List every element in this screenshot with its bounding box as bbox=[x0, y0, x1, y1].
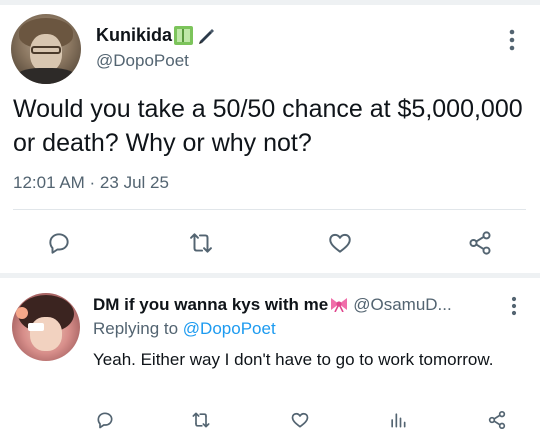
ribbon-icon bbox=[331, 298, 348, 312]
tweet-timestamp[interactable]: 12:01 AM · 23 Jul 25 bbox=[13, 173, 169, 193]
reply-tweet[interactable]: DM if you wanna kys with me @OsamuD... R… bbox=[0, 278, 540, 447]
retweet-button[interactable] bbox=[186, 405, 216, 435]
reply-icon bbox=[49, 233, 69, 254]
more-options-icon[interactable] bbox=[504, 27, 520, 53]
avatar[interactable] bbox=[11, 14, 81, 84]
like-button[interactable] bbox=[285, 405, 315, 435]
reply-icon bbox=[97, 412, 113, 429]
author-name-row[interactable]: Kunikida bbox=[96, 23, 216, 47]
reply-action-bar bbox=[0, 405, 540, 435]
replying-to-label: Replying to bbox=[93, 319, 179, 338]
tweet-action-bar bbox=[0, 225, 540, 261]
author-display-name[interactable]: Kunikida bbox=[96, 25, 172, 46]
reply-button[interactable] bbox=[41, 225, 77, 261]
tweet-thread-view: Kunikida @DopoPoet Would you take a 50/5… bbox=[0, 0, 540, 447]
tweet-text: Would you take a 50/50 chance at $5,000,… bbox=[13, 95, 523, 157]
analytics-button[interactable] bbox=[383, 405, 413, 435]
retweet-button[interactable] bbox=[183, 225, 219, 261]
pen-icon bbox=[199, 29, 215, 44]
reply-text: Yeah. Either way I don't have to go to w… bbox=[93, 350, 494, 369]
share-button[interactable] bbox=[462, 225, 498, 261]
retweet-icon bbox=[192, 412, 210, 428]
share-button[interactable] bbox=[482, 405, 512, 435]
reply-button[interactable] bbox=[90, 405, 120, 435]
reply-author-row[interactable]: DM if you wanna kys with me @OsamuD... bbox=[93, 295, 513, 319]
more-options-icon[interactable] bbox=[506, 295, 522, 317]
replying-to-line: Replying to @DopoPoet bbox=[93, 319, 276, 339]
avatar[interactable] bbox=[12, 293, 80, 361]
reply-author-display-name[interactable]: DM if you wanna kys with me bbox=[93, 295, 328, 314]
share-icon bbox=[469, 231, 491, 255]
author-handle[interactable]: @DopoPoet bbox=[96, 51, 189, 71]
green-book-icon bbox=[174, 25, 194, 45]
like-button[interactable] bbox=[322, 225, 358, 261]
divider bbox=[13, 209, 526, 210]
like-icon bbox=[329, 233, 351, 253]
share-icon bbox=[488, 411, 506, 430]
analytics-icon bbox=[391, 413, 406, 428]
main-tweet: Kunikida @DopoPoet Would you take a 50/5… bbox=[0, 5, 540, 273]
retweet-icon bbox=[190, 233, 212, 253]
like-icon bbox=[291, 412, 309, 428]
replying-to-mention[interactable]: @DopoPoet bbox=[183, 319, 276, 338]
reply-author-handle[interactable]: @OsamuD... bbox=[353, 295, 452, 314]
